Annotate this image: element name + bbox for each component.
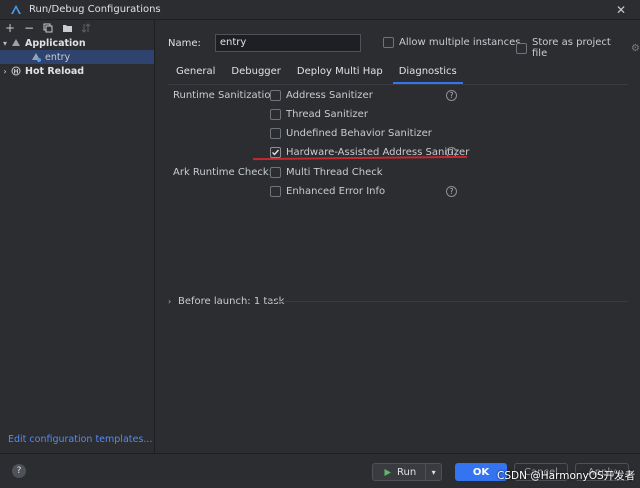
tree-item-label: entry — [45, 51, 71, 63]
ub-sanitizer-checkbox[interactable] — [270, 128, 281, 139]
configuration-editor: Name: entry Allow multiple instances Sto… — [156, 20, 640, 453]
name-row: Name: entry — [168, 34, 361, 52]
allow-multiple-label: Allow multiple instances — [399, 37, 521, 48]
address-sanitizer-option[interactable]: Address Sanitizer — [270, 90, 373, 101]
app-logo-icon — [10, 4, 22, 16]
thread-sanitizer-label: Thread Sanitizer — [286, 109, 368, 120]
allow-multiple-checkbox[interactable] — [383, 37, 394, 48]
watermark: CSDN @HarmonyOS开发者 — [497, 470, 636, 482]
run-button[interactable]: Run ▾ — [372, 463, 442, 481]
before-launch-section[interactable]: › Before launch: 1 task — [168, 296, 284, 307]
store-project-option[interactable]: Store as project file ⚙ — [516, 37, 640, 59]
multi-thread-check-option[interactable]: Multi Thread Check — [270, 167, 383, 178]
run-main[interactable]: Run — [373, 464, 427, 480]
sidebar-toolbar: + − — [0, 20, 154, 36]
tree-item-application[interactable]: ▾ Application — [0, 36, 154, 50]
store-project-checkbox[interactable] — [516, 42, 527, 54]
folder-icon[interactable] — [61, 22, 73, 34]
tree-item-label: Application — [25, 37, 86, 49]
tab-divider — [168, 84, 628, 85]
multi-thread-check-label: Multi Thread Check — [286, 167, 383, 178]
entry-config-icon — [30, 51, 42, 63]
tab-deploy-multi-hap[interactable]: Deploy Multi Hap — [289, 62, 391, 84]
svg-text:H: H — [13, 69, 18, 76]
chevron-right-icon[interactable]: › — [0, 67, 10, 76]
checkmark-icon — [272, 149, 280, 156]
address-sanitizer-help-icon[interactable]: ? — [446, 90, 457, 101]
store-project-label: Store as project file — [532, 37, 611, 59]
thread-sanitizer-checkbox[interactable] — [270, 109, 281, 120]
enhanced-error-info-option[interactable]: Enhanced Error Info — [270, 186, 385, 197]
harmony-app-icon — [10, 37, 22, 49]
hw-address-sanitizer-checkbox[interactable] — [270, 147, 281, 158]
hot-reload-icon: H — [10, 65, 22, 77]
enhanced-error-info-help-icon[interactable]: ? — [446, 186, 457, 197]
name-label: Name: — [168, 37, 201, 49]
minus-icon[interactable]: − — [23, 21, 35, 35]
chevron-down-icon[interactable]: ▾ — [0, 39, 10, 48]
tab-general[interactable]: General — [168, 62, 223, 84]
gear-icon[interactable]: ⚙ — [631, 43, 640, 54]
multi-thread-check-checkbox[interactable] — [270, 167, 281, 178]
close-icon[interactable]: ✕ — [616, 3, 626, 17]
ark-runtime-check-label: Ark Runtime Check: — [173, 167, 272, 178]
play-icon — [384, 468, 391, 476]
tab-diagnostics[interactable]: Diagnostics — [391, 62, 465, 84]
help-button[interactable]: ? — [12, 464, 26, 478]
tab-bar: General Debugger Deploy Multi Hap Diagno… — [168, 62, 465, 84]
dialog-footer: ? Run ▾ OK Cancel Apply CSDN @HarmonyOS开… — [0, 453, 640, 488]
configurations-sidebar: + − ▾ Application entry › H Hot Reload E… — [0, 20, 155, 453]
thread-sanitizer-option[interactable]: Thread Sanitizer — [270, 109, 368, 120]
chevron-down-icon[interactable]: ▾ — [426, 468, 441, 477]
address-sanitizer-checkbox[interactable] — [270, 90, 281, 101]
tab-debugger[interactable]: Debugger — [223, 62, 289, 84]
tree-item-label: Hot Reload — [25, 65, 85, 77]
window-title: Run/Debug Configurations — [29, 4, 161, 15]
copy-icon[interactable] — [42, 22, 54, 34]
plus-icon[interactable]: + — [4, 21, 16, 35]
before-launch-divider — [268, 301, 628, 302]
allow-multiple-option[interactable]: Allow multiple instances — [383, 37, 520, 48]
enhanced-error-info-label: Enhanced Error Info — [286, 186, 386, 197]
address-sanitizer-label: Address Sanitizer — [286, 90, 373, 101]
ub-sanitizer-label: Undefined Behavior Sanitizer — [286, 128, 432, 139]
name-input[interactable]: entry — [214, 34, 361, 52]
tree-item-hot-reload[interactable]: › H Hot Reload — [0, 64, 154, 78]
run-label: Run — [397, 466, 417, 478]
ub-sanitizer-option[interactable]: Undefined Behavior Sanitizer — [270, 128, 432, 139]
chevron-right-icon[interactable]: › — [168, 297, 178, 306]
edit-templates-link[interactable]: Edit configuration templates... — [8, 434, 152, 445]
runtime-sanitization-label: Runtime Sanitization: — [173, 90, 281, 101]
enhanced-error-info-checkbox[interactable] — [270, 186, 281, 197]
tree-item-entry[interactable]: entry — [0, 50, 154, 64]
sort-icon[interactable] — [80, 22, 92, 34]
title-bar: Run/Debug Configurations ✕ — [0, 0, 640, 20]
